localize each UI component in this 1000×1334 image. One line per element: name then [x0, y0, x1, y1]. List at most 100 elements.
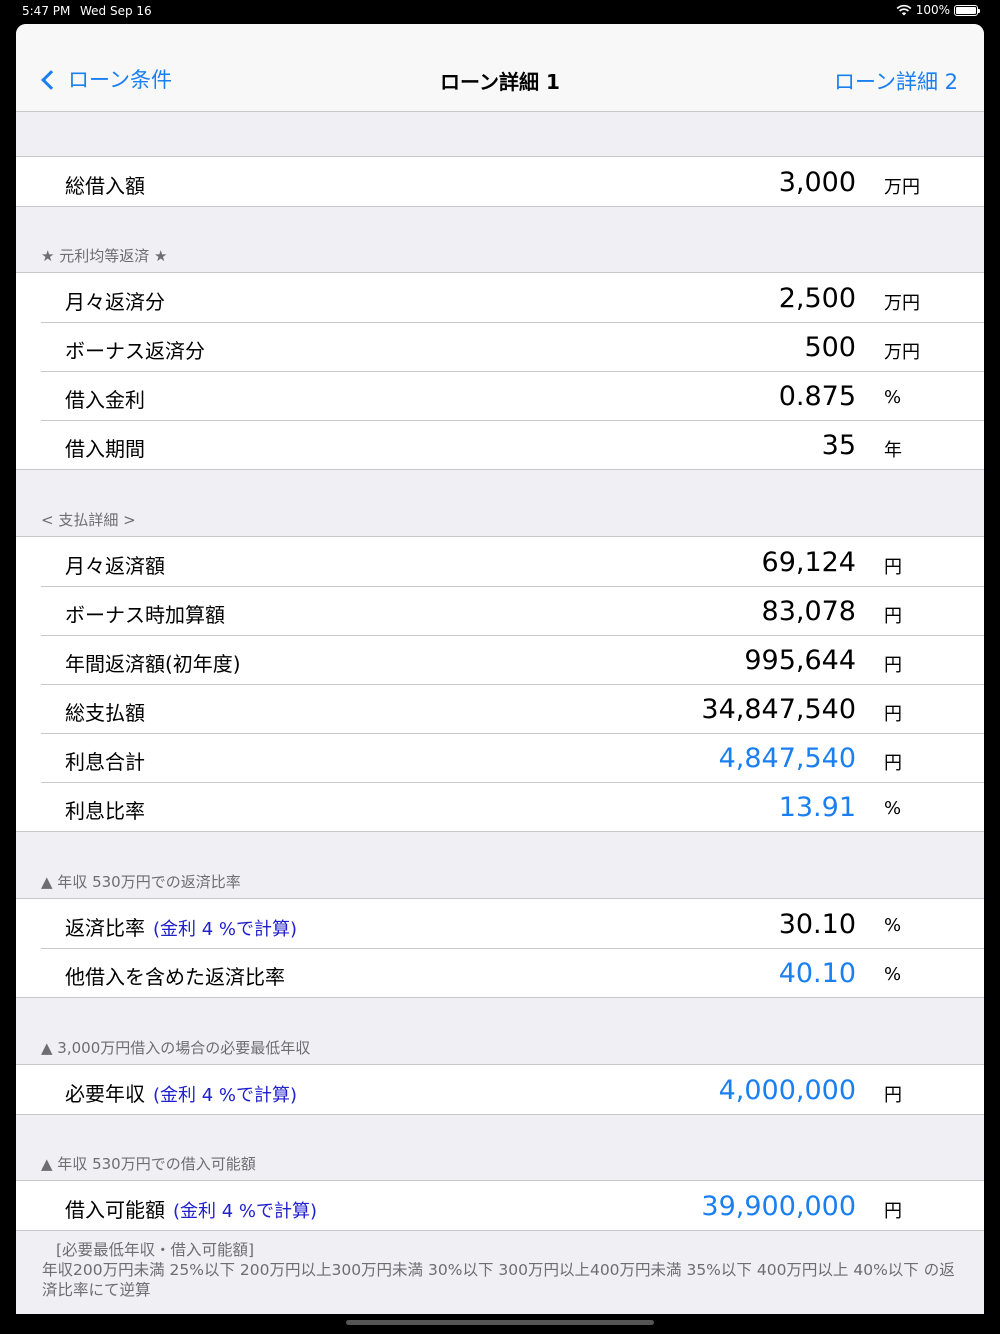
- row-label: 年間返済額(初年度): [65, 648, 241, 677]
- navigation-bar: ローン条件 ローン詳細 1 ローン詳細 2: [16, 24, 984, 112]
- table-row[interactable]: 利息比率 13.91%: [16, 782, 984, 831]
- row-unit: 円: [884, 753, 902, 774]
- row-unit: 円: [884, 655, 902, 676]
- income-header: ▲ 3,000万円借入の場合の必要最低年収: [41, 1039, 311, 1057]
- row-unit: 円: [884, 1085, 902, 1106]
- total-group: 総借入額 3,000 万円: [16, 156, 984, 207]
- row-note: (金利 4 %で計算): [153, 919, 298, 940]
- row-value: 4,847,540: [718, 743, 856, 774]
- footnote-title: [必要最低年収・借入可能額]: [56, 1241, 255, 1259]
- row-value: 0.875: [778, 381, 856, 412]
- table-row[interactable]: 他借入を含めた返済比率 40.10%: [16, 948, 984, 997]
- row-label-text: 月々返済分: [65, 290, 165, 314]
- row-label-text: 年間返済額(初年度): [65, 652, 241, 676]
- wifi-icon: [896, 4, 912, 16]
- table-row[interactable]: 借入期間 35 年: [16, 420, 984, 469]
- ratio-header: ▲ 年収 530万円での返済比率: [41, 873, 241, 891]
- row-label-text: 総支払額: [65, 701, 145, 725]
- table-row[interactable]: 月々返済額 69,124 円: [16, 537, 984, 586]
- row-value: 40.10: [778, 958, 856, 989]
- table-row[interactable]: 借入可能額 (金利 4 %で計算) 39,900,000 円: [16, 1181, 984, 1230]
- repayment-group: 月々返済分 2,500 万円 ボーナス返済分 500 万円 借入金利 0.875% 借入期間 35…: [16, 272, 984, 470]
- battery-percent: 100%: [915, 3, 950, 17]
- income-group: 必要年収 (金利 4 %で計算) 4,000,000 円: [16, 1064, 984, 1115]
- table-row[interactable]: 総借入額 3,000 万円: [16, 157, 984, 206]
- row-label: 利息比率: [65, 795, 145, 824]
- status-time: 5:47 PM: [22, 4, 71, 18]
- ratio-group: 返済比率 (金利 4 %で計算) 30.10% 他借入を含めた返済比率 40.10%: [16, 898, 984, 998]
- row-value: 69,124: [761, 547, 856, 578]
- table-row[interactable]: 必要年収 (金利 4 %で計算) 4,000,000 円: [16, 1065, 984, 1114]
- row-label-text: 借入可能額: [65, 1198, 165, 1222]
- row-label-text: 借入期間: [65, 437, 145, 461]
- row-label-text: 月々返済額: [65, 554, 165, 578]
- row-label: ボーナス返済分: [65, 335, 205, 364]
- row-unit: 万円: [884, 342, 920, 363]
- row-value: 34,847,540: [701, 694, 856, 725]
- table-row[interactable]: 利息合計 4,847,540 円: [16, 733, 984, 782]
- row-unit: 円: [884, 606, 902, 627]
- row-label: 利息合計: [65, 746, 145, 775]
- next-page-button[interactable]: ローン詳細 2: [834, 66, 958, 96]
- row-label: 返済比率 (金利 4 %で計算): [65, 912, 297, 941]
- footnote: [必要最低年収・借入可能額] 年収200万円未満 25%以下 200万円以上30…: [42, 1240, 962, 1300]
- row-note: (金利 4 %で計算): [173, 1201, 318, 1222]
- table-row[interactable]: 借入金利 0.875%: [16, 371, 984, 420]
- row-label: 総借入額: [65, 170, 145, 199]
- row-label: 月々返済額: [65, 550, 165, 579]
- row-label: 借入期間: [65, 433, 145, 462]
- row-label-text: ボーナス返済分: [65, 339, 205, 363]
- row-unit: 年: [884, 440, 902, 461]
- row-unit: 万円: [884, 293, 920, 314]
- row-value: 13.91: [778, 792, 856, 823]
- table-row[interactable]: 総支払額 34,847,540 円: [16, 684, 984, 733]
- row-label: 他借入を含めた返済比率: [65, 961, 285, 990]
- table-row[interactable]: 返済比率 (金利 4 %で計算) 30.10%: [16, 899, 984, 948]
- row-label-text: 他借入を含めた返済比率: [65, 965, 285, 989]
- row-unit: %: [884, 387, 902, 408]
- row-value: 4,000,000: [718, 1075, 856, 1106]
- row-label: 借入金利: [65, 384, 145, 413]
- status-date: Wed Sep 16: [80, 4, 152, 18]
- row-label-text: 利息比率: [65, 799, 145, 823]
- table-row[interactable]: 月々返済分 2,500 万円: [16, 273, 984, 322]
- status-right: 100%: [896, 3, 980, 17]
- row-unit: %: [884, 798, 902, 819]
- row-unit: %: [884, 964, 902, 985]
- battery-icon: [954, 4, 980, 16]
- row-value: 2,500: [778, 283, 856, 314]
- row-label: 月々返済分: [65, 286, 165, 315]
- payment-group: 月々返済額 69,124 円ボーナス時加算額 83,078 円年間返済額(初年度) 995…: [16, 536, 984, 832]
- borrowable-header: ▲ 年収 530万円での借入可能額: [41, 1155, 256, 1173]
- home-indicator[interactable]: [346, 1320, 654, 1325]
- payment-header: < 支払詳細 >: [41, 511, 136, 529]
- row-label-text: ボーナス時加算額: [65, 603, 225, 627]
- row-value: 39,900,000: [701, 1191, 856, 1222]
- row-note: (金利 4 %で計算): [153, 1085, 298, 1106]
- row-unit: 円: [884, 557, 902, 578]
- row-value: 995,644: [744, 645, 856, 676]
- row-unit: 円: [884, 704, 902, 725]
- row-value: 500: [804, 332, 856, 363]
- row-label: ボーナス時加算額: [65, 599, 225, 628]
- borrowable-group: 借入可能額 (金利 4 %で計算) 39,900,000 円: [16, 1180, 984, 1231]
- row-value: 35: [821, 430, 856, 461]
- footnote-text: 年収200万円未満 25%以下 200万円以上300万円未満 30%以下 300…: [42, 1261, 955, 1299]
- row-value: 83,078: [761, 596, 856, 627]
- row-label: 必要年収 (金利 4 %で計算): [65, 1078, 297, 1107]
- table-row[interactable]: 年間返済額(初年度) 995,644 円: [16, 635, 984, 684]
- row-label-text: 必要年収: [65, 1082, 145, 1106]
- repayment-header: ★ 元利均等返済 ★: [41, 247, 168, 265]
- status-bar: 5:47 PM Wed Sep 16 100%: [0, 0, 1000, 24]
- table-row[interactable]: ボーナス返済分 500 万円: [16, 322, 984, 371]
- row-label-text: 総借入額: [65, 174, 145, 198]
- table-row[interactable]: ボーナス時加算額 83,078 円: [16, 586, 984, 635]
- row-label-text: 利息合計: [65, 750, 145, 774]
- row-unit: 万円: [884, 177, 920, 198]
- row-value: 30.10: [778, 909, 856, 940]
- row-label-text: 借入金利: [65, 388, 145, 412]
- row-label: 総支払額: [65, 697, 145, 726]
- app-sheet: ローン条件 ローン詳細 1 ローン詳細 2 総借入額 3,000 万円 ★ 元利均等…: [16, 24, 984, 1314]
- row-label-text: 返済比率: [65, 916, 145, 940]
- row-unit: 円: [884, 1201, 902, 1222]
